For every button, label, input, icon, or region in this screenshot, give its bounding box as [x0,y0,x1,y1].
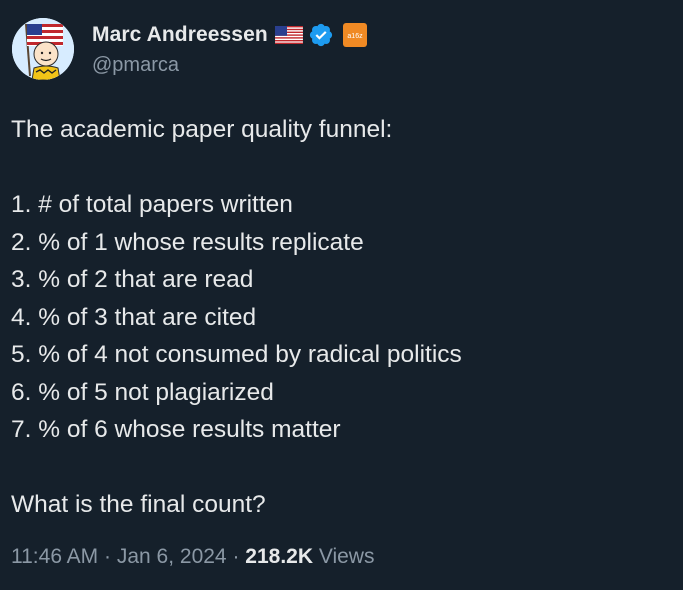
author-display-name[interactable]: Marc Andreessen [92,23,268,47]
funnel-item: 4. % of 3 that are cited [11,303,257,331]
tweet-meta: 11:46 AM · Jan 6, 2024 · 218.2K Views [11,545,374,569]
funnel-item: 1. # of total papers written [11,191,293,218]
tweet-closing: What is the final count? [11,491,266,518]
views-count: 218.2K [245,545,313,568]
funnel-item: 7. % of 6 whose results matter [11,416,341,443]
views-link[interactable]: 218.2K Views [245,545,374,568]
svg-text:a16z: a16z [347,33,363,40]
author-name-row: Marc Andreessen a16z [92,22,367,48]
avatar[interactable] [12,18,74,80]
meta-separator: · [226,545,246,568]
author-handle[interactable]: @pmarca [92,54,179,77]
meta-separator: · [98,545,117,568]
tweet-time-link[interactable]: 11:46 AM · Jan 6, 2024 [11,545,227,568]
verified-badge-icon[interactable] [308,22,334,48]
tweet-time: 11:46 AM [11,545,99,568]
a16z-affiliate-badge[interactable]: a16z [342,23,367,47]
funnel-item: 2. % of 1 whose results replicate [11,228,364,256]
us-flag-icon [274,25,304,45]
funnel-item: 6. % of 5 not plagiarized [11,378,274,406]
tweet-body: The academic paper quality funnel: 1. # … [11,111,671,524]
tweet-date: Jan 6, 2024 [116,545,227,568]
tweet-header: Marc Andreessen a16z @pmarca [12,18,672,82]
funnel-item: 3. % of 2 that are read [11,266,254,293]
tweet-intro: The academic paper quality funnel: [11,116,393,143]
funnel-item: 5. % of 4 not consumed by radical politi… [11,341,462,368]
views-label: Views [313,545,375,568]
